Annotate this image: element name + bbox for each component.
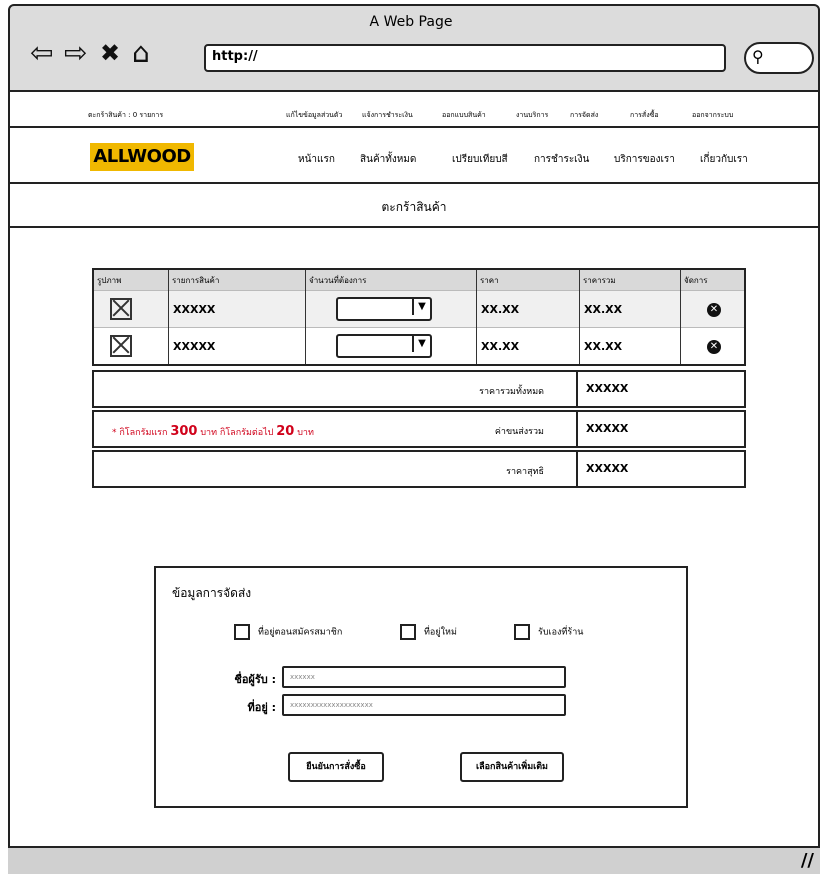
top-links-bar: ตะกร้าสินค้า : 0 รายการ แก้ไขข้อมูลส่วนต… <box>8 94 820 128</box>
search-box[interactable]: ⚲ <box>744 42 814 74</box>
shipping-cost-row: * กิโลกรัมแรก 300 บาท กิโลกรัมต่อไป 20 บ… <box>92 410 746 448</box>
forward-arrow-icon[interactable]: ⇨ <box>64 38 87 68</box>
home-icon[interactable]: ⌂ <box>132 38 150 68</box>
subtotal-value: XXXXX <box>586 382 629 395</box>
address-label: ที่อยู่ : <box>247 701 276 714</box>
nav-our-services[interactable]: บริการของเรา <box>614 152 675 167</box>
option-store-pickup[interactable]: รับเองที่ร้าน <box>514 624 583 640</box>
remove-icon[interactable]: ✕ <box>707 302 721 317</box>
toplink-services[interactable]: งานบริการ <box>516 110 548 121</box>
resize-handle-icon[interactable]: // <box>801 850 814 871</box>
net-total-row: ราคาสุทธิ XXXXX <box>92 450 746 488</box>
page-heading: ตะกร้าสินค้า <box>8 186 820 228</box>
cart-count[interactable]: ตะกร้าสินค้า : 0 รายการ <box>88 110 163 121</box>
shipping-rate-note: * กิโลกรัมแรก 300 บาท กิโลกรัมต่อไป 20 บ… <box>112 424 314 439</box>
site-logo[interactable]: ALLWOOD <box>90 143 194 171</box>
col-item: รายการสินค้า <box>168 269 306 291</box>
url-bar[interactable]: http:// <box>204 44 726 72</box>
toplink-payment-notice[interactable]: แจ้งการชำระเงิน <box>362 110 413 121</box>
quantity-select[interactable]: ▼ <box>336 334 432 358</box>
shipping-info-panel: ข้อมูลการจัดส่ง ที่อยู่ตอนสมัครสมาชิก ที… <box>154 566 688 808</box>
checkbox[interactable] <box>514 624 530 640</box>
continue-shopping-button[interactable]: เลือกสินค้าเพิ่มเติม <box>460 752 564 782</box>
table-row: XXXXX ▼ XX.XX XX.XX ✕ <box>93 290 745 328</box>
window-title: A Web Page <box>369 14 453 30</box>
net-total-label: ราคาสุทธิ <box>506 467 544 477</box>
cart-table: รูปภาพ รายการสินค้า จำนวนที่ต้องการ ราคา… <box>92 268 746 366</box>
search-icon: ⚲ <box>752 47 764 66</box>
table-row: XXXXX ▼ XX.XX XX.XX ✕ <box>93 327 745 365</box>
shipping-title: ข้อมูลการจัดส่ง <box>172 586 252 600</box>
recipient-input[interactable]: xxxxxx <box>282 666 566 688</box>
image-placeholder-icon <box>110 298 132 320</box>
shipping-cost-value: XXXXX <box>586 422 629 435</box>
subtotal-row: ราคารวมทั้งหมด XXXXX <box>92 370 746 408</box>
address-input[interactable]: xxxxxxxxxxxxxxxxxxxx <box>282 694 566 716</box>
remove-icon[interactable]: ✕ <box>707 339 721 354</box>
toplink-shipping[interactable]: การจัดส่ง <box>570 110 598 121</box>
net-total-value: XXXXX <box>586 462 629 475</box>
close-icon[interactable]: ✖ <box>100 38 120 68</box>
col-price: ราคา <box>476 269 580 291</box>
item-name: XXXXX <box>168 290 306 328</box>
col-quantity: จำนวนที่ต้องการ <box>305 269 477 291</box>
toplink-logout[interactable]: ออกจากระบบ <box>692 110 733 121</box>
nav-payment[interactable]: การชำระเงิน <box>534 152 589 167</box>
item-total: XX.XX <box>579 290 681 328</box>
toplink-orders[interactable]: การสั่งซื้อ <box>630 110 659 121</box>
checkbox[interactable] <box>400 624 416 640</box>
col-manage: จัดการ <box>680 269 745 291</box>
quantity-select[interactable]: ▼ <box>336 297 432 321</box>
nav-about-us[interactable]: เกี่ยวกับเรา <box>700 152 748 167</box>
checkbox[interactable] <box>234 624 250 640</box>
item-total: XX.XX <box>579 327 681 365</box>
option-member-address[interactable]: ที่อยู่ตอนสมัครสมาชิก <box>234 624 342 640</box>
toplink-design[interactable]: ออกแบบสินค้า <box>442 110 486 121</box>
nav-home[interactable]: หน้าแรก <box>298 152 335 167</box>
subtotal-label: ราคารวมทั้งหมด <box>479 387 544 397</box>
confirm-order-button[interactable]: ยืนยันการสั่งซื้อ <box>288 752 384 782</box>
toplink-edit-profile[interactable]: แก้ไขข้อมูลส่วนตัว <box>286 110 342 121</box>
recipient-label: ชื่อผู้รับ : <box>234 673 276 686</box>
option-new-address[interactable]: ที่อยู่ใหม่ <box>400 624 457 640</box>
back-arrow-icon[interactable]: ⇦ <box>30 38 53 68</box>
shipping-cost-label: ค่าขนส่งรวม <box>494 427 544 437</box>
col-image: รูปภาพ <box>93 269 169 291</box>
dropdown-arrow-icon[interactable]: ▼ <box>412 299 430 315</box>
nav-compare-colors[interactable]: เปรียบเทียบสี <box>452 152 508 167</box>
col-total: ราคารวม <box>579 269 681 291</box>
item-price: XX.XX <box>476 327 580 365</box>
item-name: XXXXX <box>168 327 306 365</box>
item-price: XX.XX <box>476 290 580 328</box>
image-placeholder-icon <box>110 335 132 357</box>
nav-all-products[interactable]: สินค้าทั้งหมด <box>360 152 416 167</box>
browser-footer: // <box>8 846 820 874</box>
dropdown-arrow-icon[interactable]: ▼ <box>412 336 430 352</box>
